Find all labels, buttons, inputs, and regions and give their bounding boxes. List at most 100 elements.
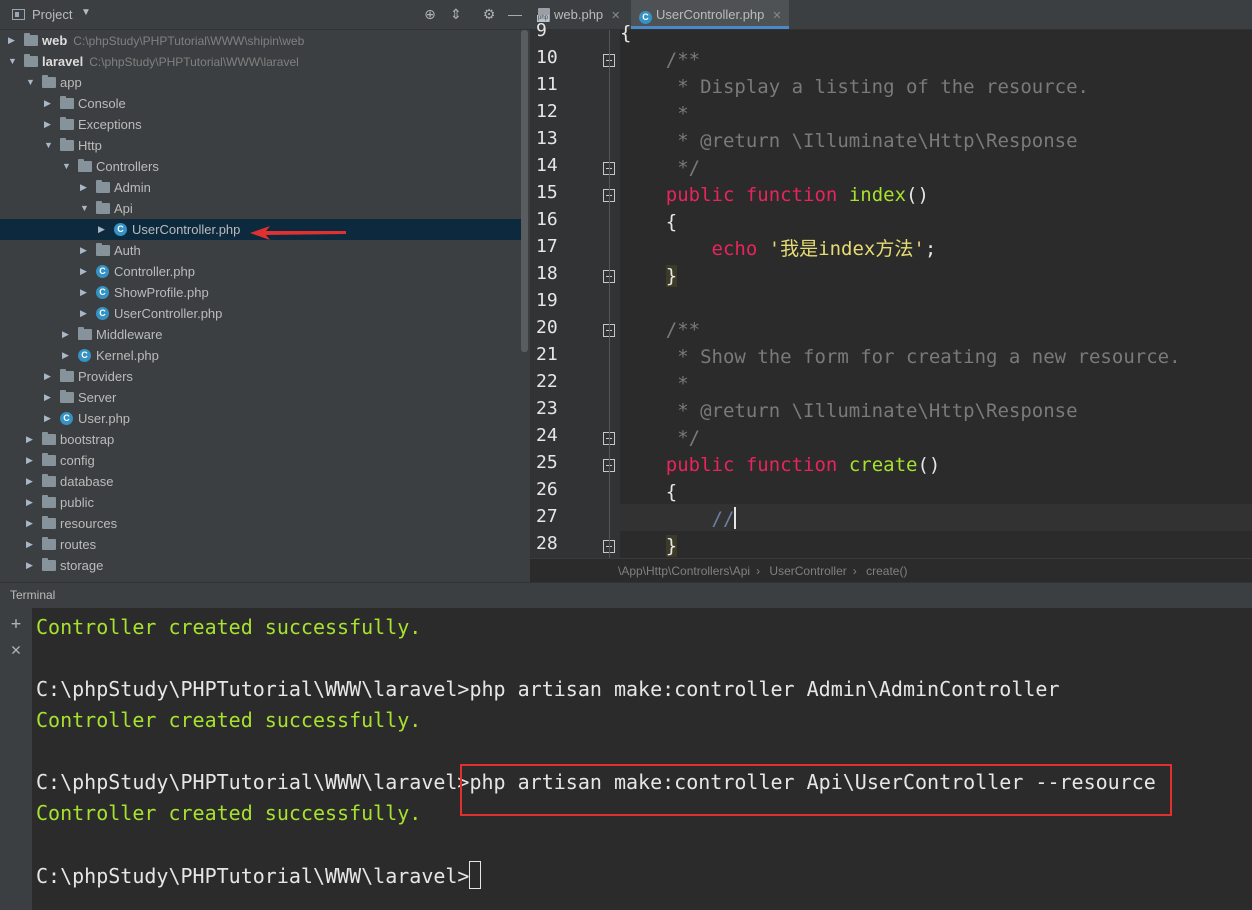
- php-class-icon: C: [114, 223, 127, 236]
- folder-icon: [24, 54, 38, 67]
- tree-item[interactable]: ▶ Admin: [0, 177, 522, 198]
- tree-item[interactable]: ▶ C Kernel.php: [0, 345, 522, 366]
- code-area[interactable]: { /** * Display a listing of the resourc…: [620, 22, 1252, 558]
- chevron-right-icon[interactable]: ▶: [80, 240, 90, 261]
- breadcrumb-namespace[interactable]: \App\Http\Controllers\Api: [618, 564, 750, 578]
- terminal-command-line: C:\phpStudy\PHPTutorial\WWW\laravel>php …: [36, 675, 1060, 703]
- tree-item[interactable]: ▶ config: [0, 450, 522, 471]
- tree-item-name: Admin: [114, 180, 151, 195]
- tree-item-name: Controllers: [96, 159, 159, 174]
- tree-scrollbar[interactable]: [521, 30, 528, 352]
- tree-item[interactable]: ▶ web C:\phpStudy\PHPTutorial\WWW\shipin\w…: [0, 30, 522, 51]
- close-icon[interactable]: ✕: [611, 10, 620, 22]
- locate-icon[interactable]: ⊕: [421, 5, 439, 23]
- chevron-right-icon[interactable]: ▶: [26, 513, 36, 534]
- tree-item[interactable]: ▶ public: [0, 492, 522, 513]
- chevron-down-icon[interactable]: ▼: [62, 156, 72, 177]
- chevron-right-icon[interactable]: ▶: [26, 534, 36, 555]
- chevron-right-icon[interactable]: ▶: [26, 450, 36, 471]
- tree-item[interactable]: ▶ Exceptions: [0, 114, 522, 135]
- tree-item-label: database: [60, 471, 114, 492]
- tree-item[interactable]: ▼ Http: [0, 135, 522, 156]
- tree-item[interactable]: ▶ C ShowProfile.php: [0, 282, 522, 303]
- code-line-22: *: [620, 371, 688, 398]
- tree-item-label: Providers: [78, 366, 133, 387]
- tree-item[interactable]: ▶ bootstrap: [0, 429, 522, 450]
- tree-item[interactable]: ▼ laravel C:\phpStudy\PHPTutorial\WWW\lara…: [0, 51, 522, 72]
- line-number: 12: [536, 101, 558, 122]
- tree-item[interactable]: ▶ Providers: [0, 366, 522, 387]
- folder-icon: [96, 180, 110, 193]
- tree-item[interactable]: ▶ resources: [0, 513, 522, 534]
- tree-item-label: web C:\phpStudy\PHPTutorial\WWW\shipin\we…: [42, 30, 304, 52]
- code-line-10: /**: [620, 47, 700, 74]
- chevron-right-icon[interactable]: ▶: [26, 471, 36, 492]
- folder-icon: [60, 369, 74, 382]
- chevron-right-icon[interactable]: ▶: [80, 282, 90, 303]
- close-icon[interactable]: ✕: [772, 10, 781, 22]
- chevron-right-icon[interactable]: ▶: [26, 555, 36, 576]
- chevron-right-icon[interactable]: ▶: [44, 93, 54, 114]
- tree-item-name: Server: [78, 390, 117, 405]
- annotation-highlight-box: [460, 764, 1172, 816]
- tree-item[interactable]: ▶ C User.php: [0, 408, 522, 429]
- project-panel: Project ▼ ⊕ ⇕ ⚙ — ▶ web C:\phpStudy\PHPTut…: [0, 0, 530, 582]
- editor-tabs: web.php ✕ C UserController.php ✕: [530, 0, 1252, 30]
- line-number: 13: [536, 128, 558, 149]
- tree-item-label: Controllers: [96, 156, 159, 177]
- chevron-right-icon[interactable]: ▶: [80, 261, 90, 282]
- tree-item[interactable]: ▶ Auth: [0, 240, 522, 261]
- breadcrumb-method[interactable]: create(): [866, 564, 907, 578]
- tree-item[interactable]: ▶ Middleware: [0, 324, 522, 345]
- line-number: 11: [536, 74, 558, 95]
- chevron-right-icon[interactable]: ▶: [80, 303, 90, 324]
- terminal-text: Controller created successfully.: [36, 708, 422, 732]
- project-panel-title[interactable]: Project: [32, 7, 72, 22]
- tab-usercontroller-php[interactable]: C UserController.php ✕: [631, 0, 789, 29]
- chevron-right-icon[interactable]: ▶: [26, 492, 36, 513]
- chevron-right-icon[interactable]: ▶: [44, 114, 54, 135]
- tree-item[interactable]: ▶ Console: [0, 93, 522, 114]
- code-line-12: *: [620, 101, 688, 128]
- chevron-down-icon[interactable]: ▼: [80, 198, 90, 219]
- chevron-right-icon[interactable]: ▶: [98, 219, 108, 240]
- chevron-right-icon[interactable]: ▶: [8, 30, 18, 51]
- chevron-right-icon[interactable]: ▶: [44, 408, 54, 429]
- tree-item[interactable]: ▼ app: [0, 72, 522, 93]
- tree-item-label: public: [60, 492, 94, 513]
- tree-item-label: routes: [60, 534, 96, 555]
- terminal-panel[interactable]: + ✕ Controller created successfully. C:\p…: [0, 608, 1252, 910]
- chevron-down-icon[interactable]: ▼: [81, 7, 91, 18]
- tree-item[interactable]: ▶ storage: [0, 555, 522, 576]
- chevron-down-icon[interactable]: ▼: [26, 72, 36, 93]
- tree-item[interactable]: ▶ Server: [0, 387, 522, 408]
- tree-item[interactable]: ▶ C UserController.php: [0, 303, 522, 324]
- tree-item[interactable]: ▼ Controllers: [0, 156, 522, 177]
- tree-item[interactable]: ▶ routes: [0, 534, 522, 555]
- code-text: (): [906, 184, 929, 206]
- code-text: }: [665, 265, 678, 287]
- tree-item[interactable]: ▼ Api: [0, 198, 522, 219]
- code-line-17: echo '我是index方法';: [620, 236, 937, 263]
- gear-icon[interactable]: ⚙: [480, 5, 498, 23]
- hide-panel-icon[interactable]: —: [506, 5, 524, 23]
- chevron-right-icon[interactable]: ▶: [44, 366, 54, 387]
- chevron-down-icon[interactable]: ▼: [8, 51, 18, 72]
- chevron-right-icon[interactable]: ▶: [26, 429, 36, 450]
- tree-item-name: Auth: [114, 243, 141, 258]
- chevron-right-icon[interactable]: ▶: [62, 324, 72, 345]
- chevron-right-icon[interactable]: ▶: [80, 177, 90, 198]
- tree-item[interactable]: ▶ C Controller.php: [0, 261, 522, 282]
- terminal-text: C:\phpStudy\PHPTutorial\WWW\laravel>php …: [36, 677, 1060, 701]
- chevron-right-icon[interactable]: ▶: [44, 387, 54, 408]
- chevron-down-icon[interactable]: ▼: [44, 135, 54, 156]
- chevron-right-icon[interactable]: ▶: [62, 345, 72, 366]
- tree-item[interactable]: ▶ database: [0, 471, 522, 492]
- tree-item-label: User.php: [78, 408, 130, 429]
- collapse-all-icon[interactable]: ⇕: [447, 5, 465, 23]
- breadcrumb-class[interactable]: UserController: [769, 564, 846, 578]
- new-session-icon[interactable]: +: [8, 616, 24, 633]
- code-line-16: {: [620, 209, 677, 236]
- terminal-title[interactable]: Terminal: [10, 588, 55, 602]
- close-icon[interactable]: ✕: [8, 642, 24, 659]
